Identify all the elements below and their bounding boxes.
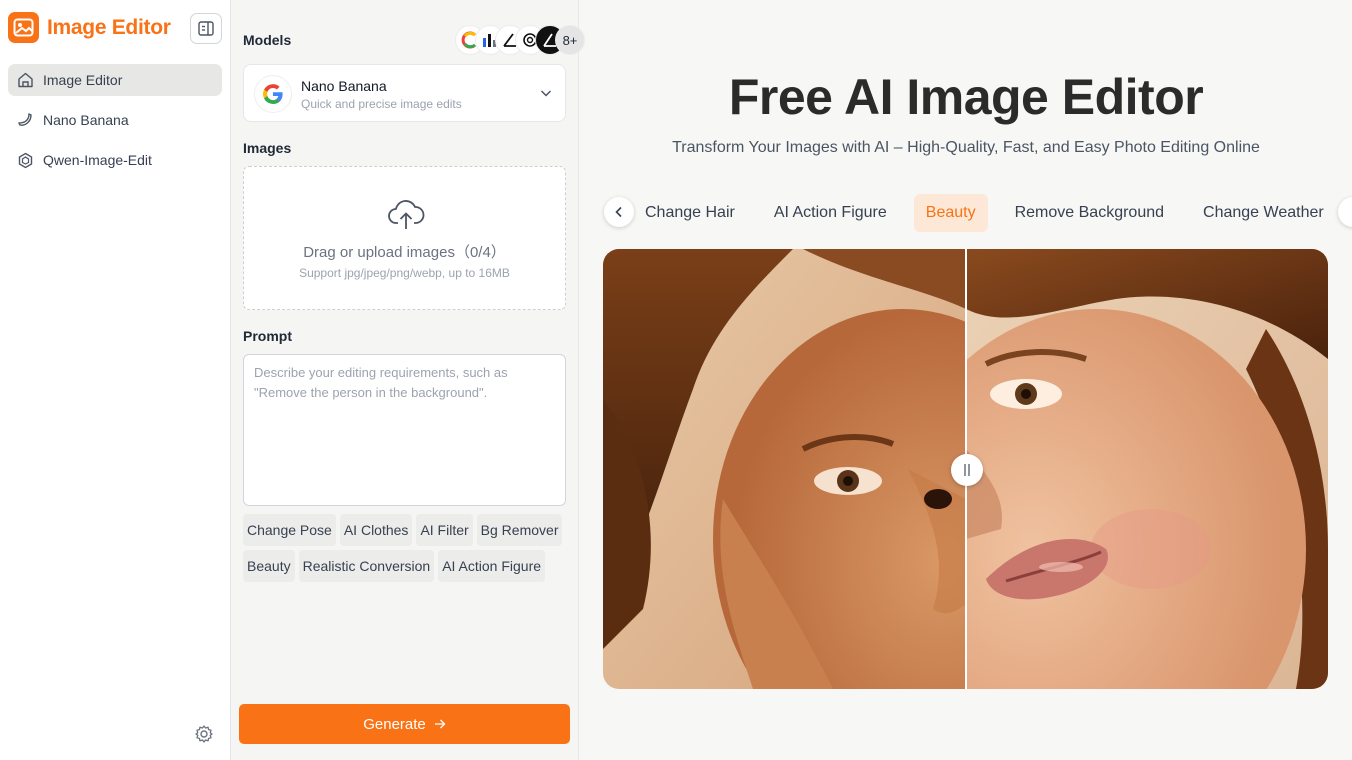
main-content: Free AI Image Editor Transform Your Imag… <box>580 0 1352 760</box>
upload-title: Drag or upload images（0/4） <box>303 244 506 261</box>
drag-handle-icon <box>964 464 970 476</box>
arrow-right-icon <box>434 719 446 729</box>
image-upload-dropzone[interactable]: Drag or upload images（0/4） Support jpg/j… <box>243 166 566 310</box>
tab-remove-background[interactable]: Remove Background <box>1003 194 1176 232</box>
image-editor-logo-icon <box>8 12 39 43</box>
chip-ai-filter[interactable]: AI Filter <box>416 514 473 546</box>
cloud-upload-icon <box>387 197 425 233</box>
sidebar-item-qwen-image-edit[interactable]: Qwen-Image-Edit <box>8 144 222 176</box>
brand[interactable]: Image Editor <box>8 12 171 43</box>
sidebar-item-label: Image Editor <box>43 72 123 88</box>
google-icon <box>254 75 292 113</box>
model-select[interactable]: Nano Banana Quick and precise image edit… <box>243 64 566 122</box>
tab-change-hair[interactable]: Change Hair <box>645 194 747 232</box>
tab-beauty[interactable]: Beauty <box>913 194 988 232</box>
generate-button[interactable]: Generate <box>239 704 570 744</box>
sidebar-item-label: Qwen-Image-Edit <box>43 152 152 168</box>
chip-ai-clothes[interactable]: AI Clothes <box>339 514 413 546</box>
chip-bg-remover[interactable]: Bg Remover <box>476 514 563 546</box>
settings-button[interactable] <box>194 724 214 744</box>
chip-realistic-conversion[interactable]: Realistic Conversion <box>298 550 435 582</box>
sidebar: Image Editor Image Editor Nano Banana Qw… <box>0 0 231 760</box>
chevron-down-icon <box>539 86 553 100</box>
brand-name: Image Editor <box>47 15 171 39</box>
comparison-drag-handle[interactable] <box>951 454 983 486</box>
feature-tabs: Change Hair AI Action Figure Beauty Remo… <box>645 194 1351 232</box>
prompt-title: Prompt <box>243 328 292 344</box>
gear-icon <box>195 725 213 743</box>
tab-ai-action-figure[interactable]: AI Action Figure <box>762 194 899 232</box>
sidebar-toggle-icon <box>198 21 214 36</box>
tab-change-weather[interactable]: Change Weather <box>1191 194 1336 232</box>
upload-hint: Support jpg/jpeg/png/webp, up to 16MB <box>299 266 510 280</box>
chevron-left-icon <box>615 206 622 218</box>
model-name: Nano Banana <box>301 78 387 94</box>
collapse-sidebar-button[interactable] <box>190 13 222 44</box>
generate-label: Generate <box>363 715 426 733</box>
sidebar-item-label: Nano Banana <box>43 112 129 128</box>
chip-ai-action-figure[interactable]: AI Action Figure <box>438 550 546 582</box>
qwen-icon <box>16 151 34 169</box>
page-subtitle: Transform Your Images with AI – High-Qua… <box>672 139 1260 156</box>
models-title: Models <box>243 32 292 48</box>
page-title: Free AI Image Editor <box>728 69 1204 125</box>
model-description: Quick and precise image edits <box>301 97 462 111</box>
banana-icon <box>16 111 34 129</box>
sidebar-item-image-editor[interactable]: Image Editor <box>8 64 222 96</box>
after-image <box>886 249 1328 689</box>
images-title: Images <box>243 140 292 156</box>
tabs-prev-button[interactable] <box>604 197 634 227</box>
before-image <box>603 249 1093 689</box>
before-after-comparison[interactable] <box>603 249 1328 689</box>
chip-beauty[interactable]: Beauty <box>243 550 295 582</box>
prompt-chips: Change Pose AI Clothes AI Filter Bg Remo… <box>243 514 573 582</box>
model-avatars[interactable]: 8+ <box>455 25 585 55</box>
chip-change-pose[interactable]: Change Pose <box>243 514 336 546</box>
sidebar-item-nano-banana[interactable]: Nano Banana <box>8 104 222 136</box>
sidebar-nav: Image Editor Nano Banana Qwen-Image-Edit <box>8 64 222 184</box>
prompt-input[interactable] <box>243 354 566 506</box>
home-icon <box>16 71 34 89</box>
editor-panel: Models 8+ Nano Banana Quick and precise … <box>231 0 585 760</box>
